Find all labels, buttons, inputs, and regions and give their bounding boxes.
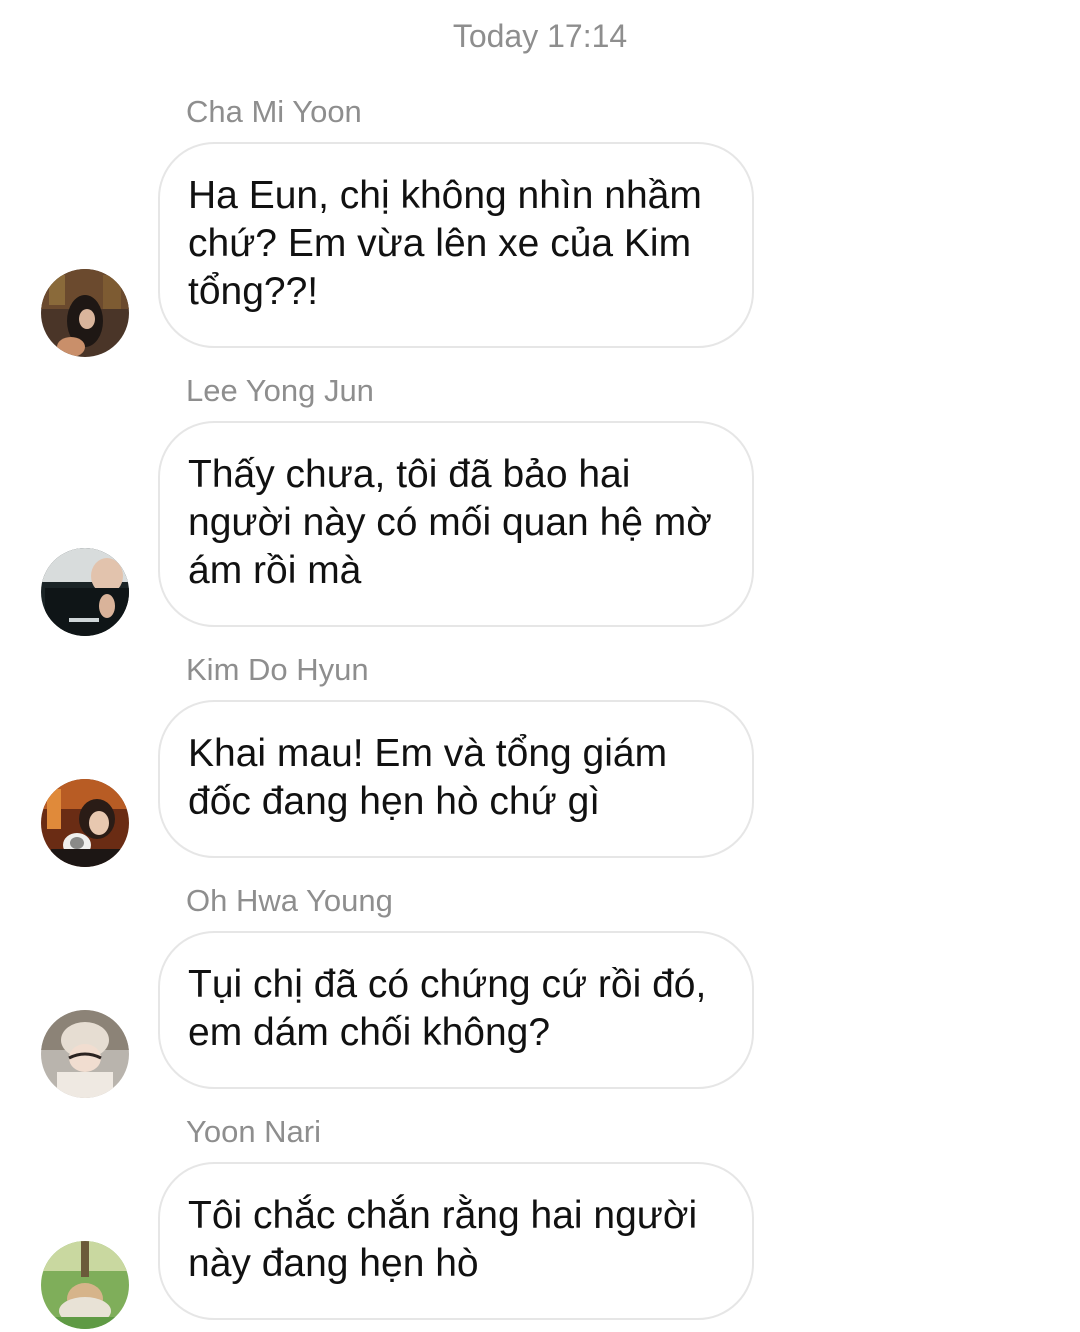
avatar-photo-icon — [41, 1241, 129, 1329]
avatar-photo-icon — [41, 1010, 129, 1098]
message-text: Thấy chưa, tôi đã bảo hai người này có m… — [188, 453, 712, 592]
avatar-photo-icon — [41, 779, 129, 867]
message-bubble[interactable]: Tôi chắc chắn rằng hai người này đang hẹ… — [158, 1162, 754, 1320]
message-text: Tôi chắc chắn rằng hai người này đang hẹ… — [188, 1194, 698, 1285]
message-bubble[interactable]: Khai mau! Em và tổng giám đốc đang hẹn h… — [158, 700, 754, 858]
avatar-photo-icon — [41, 548, 129, 636]
message-bubble[interactable]: Thấy chưa, tôi đã bảo hai người này có m… — [158, 421, 754, 627]
avatar-photo-icon — [41, 269, 129, 357]
message-bubble[interactable]: Ha Eun, chị không nhìn nhầm chứ? Em vừa … — [158, 142, 754, 348]
sender-name: Oh Hwa Young — [186, 883, 393, 918]
avatar[interactable] — [41, 269, 129, 357]
avatar[interactable] — [41, 1010, 129, 1098]
message-bubble[interactable]: Tụi chị đã có chứng cứ rồi đó, em dám ch… — [158, 931, 754, 1089]
message-text: Tụi chị đã có chứng cứ rồi đó, em dám ch… — [188, 963, 707, 1054]
avatar[interactable] — [41, 1241, 129, 1329]
sender-name: Lee Yong Jun — [186, 373, 374, 408]
sender-name: Yoon Nari — [186, 1114, 322, 1149]
chat-timestamp: Today 17:14 — [452, 18, 628, 54]
message-text: Khai mau! Em và tổng giám đốc đang hẹn h… — [188, 732, 668, 823]
sender-name: Cha Mi Yoon — [186, 94, 362, 129]
message-text: Ha Eun, chị không nhìn nhầm chứ? Em vừa … — [188, 174, 702, 313]
avatar[interactable] — [41, 779, 129, 867]
avatar[interactable] — [41, 548, 129, 636]
sender-name: Kim Do Hyun — [186, 652, 369, 687]
